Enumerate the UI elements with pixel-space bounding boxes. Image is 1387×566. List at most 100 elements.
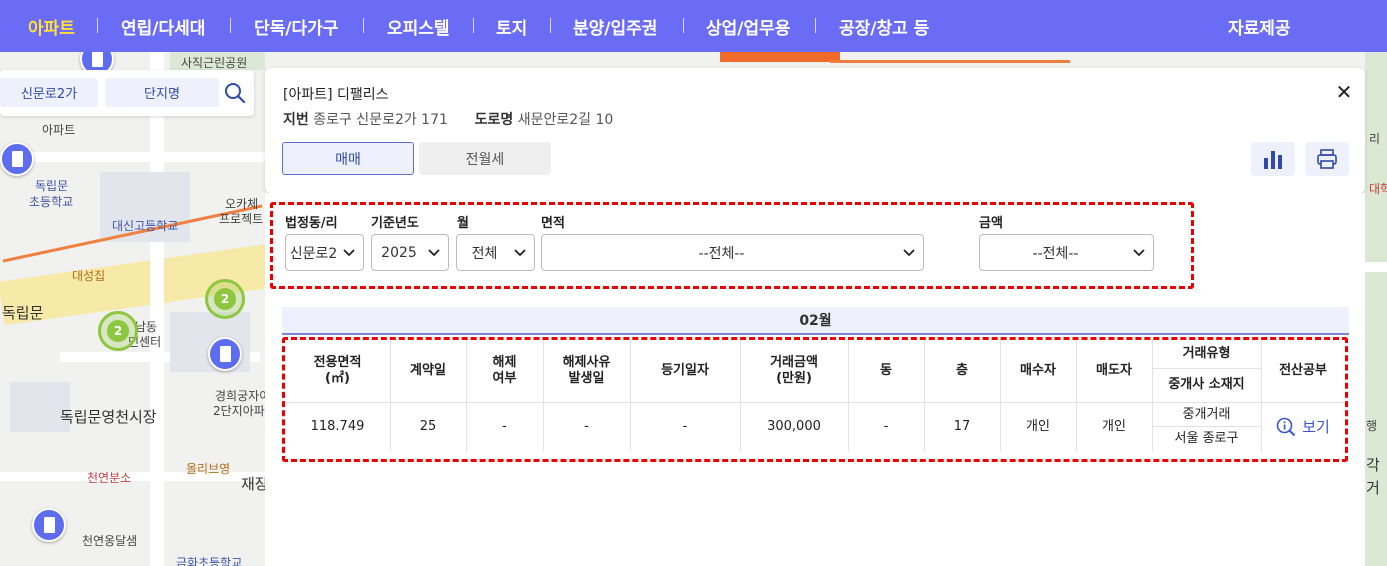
header-deal-type: 거래유형 xyxy=(1182,346,1231,361)
price-select[interactable]: --전체-- xyxy=(979,234,1154,271)
header-contract-day: 계약일 xyxy=(410,363,446,378)
map-label: 각 xyxy=(1366,456,1380,474)
cluster-marker[interactable]: 2 xyxy=(205,279,245,319)
map-label: 대성집 xyxy=(72,269,106,283)
map-label: 올리브영 xyxy=(186,462,231,476)
map-label: 금화초등학교 xyxy=(176,556,243,566)
nav-item-apartment[interactable]: 아파트 xyxy=(28,14,75,39)
filter-label-month: 월 xyxy=(457,216,469,231)
road-address: 새문안로2길 10 xyxy=(517,112,614,128)
cluster-marker[interactable]: 2 xyxy=(98,311,138,351)
jibun-address: 종로구 신문로2가 171 xyxy=(313,112,448,128)
print-button[interactable] xyxy=(1305,142,1349,176)
map-label: 프로젝트 xyxy=(219,212,264,226)
map-label: 행 xyxy=(1366,419,1378,433)
cell-cancel-date: - xyxy=(584,419,589,434)
header-price-line1: 거래금액 xyxy=(770,355,818,370)
search-region-chip[interactable]: 신문로2가 xyxy=(0,78,98,107)
filter-label-year: 기준년도 xyxy=(371,216,419,231)
filter-label-area: 면적 xyxy=(541,216,565,231)
map-label: 아파트 xyxy=(42,123,76,137)
nav-separator xyxy=(97,18,98,33)
header-registry: 전산공부 xyxy=(1279,363,1327,378)
apartment-marker-icon[interactable] xyxy=(208,337,242,371)
area-select-value: --전체-- xyxy=(698,245,745,262)
nav-item-factory[interactable]: 공장/창고 등 xyxy=(839,14,929,39)
map-label: 거 xyxy=(1366,479,1380,497)
header-cancel-date: 해제사유 발생일 xyxy=(543,342,630,400)
bar-chart-icon xyxy=(1264,151,1282,169)
nav-item-commercial[interactable]: 상업/업무용 xyxy=(706,14,790,39)
header-dong: 동 xyxy=(880,363,892,378)
map-label: 천연옹달샘 xyxy=(82,534,138,548)
month-header: 02월 xyxy=(282,307,1349,335)
chevron-down-icon xyxy=(341,248,357,257)
panel-title: [아파트] 디팰리스 xyxy=(283,87,389,103)
road-label: 도로명 xyxy=(474,112,514,128)
map-label: 리 xyxy=(1369,132,1381,146)
header-agent-location: 중개사 소재지 xyxy=(1168,377,1245,392)
cell-buyer: 개인 xyxy=(1026,419,1050,434)
cell-seller: 개인 xyxy=(1102,419,1126,434)
filter-label-dong: 법정동/리 xyxy=(285,216,338,231)
search-icon[interactable] xyxy=(224,82,246,104)
header-cancel: 해제 여부 xyxy=(466,342,543,400)
chevron-down-icon xyxy=(426,248,442,257)
month-select-value: 전체 xyxy=(471,245,498,262)
search-complex-chip[interactable]: 단지명 xyxy=(105,78,219,107)
cell-price: 300,000 xyxy=(767,419,821,434)
chart-button[interactable] xyxy=(1251,142,1295,176)
area-select[interactable]: --전체-- xyxy=(541,234,924,271)
magnifier-info-icon xyxy=(1276,417,1296,437)
chevron-down-icon xyxy=(1131,248,1147,257)
header-floor: 층 xyxy=(956,363,968,378)
apartment-marker-icon[interactable] xyxy=(32,508,66,542)
month-select[interactable]: 전체 xyxy=(456,234,535,271)
map-label: 독립문영천시장 xyxy=(60,408,157,426)
cell-reg-date: - xyxy=(682,419,688,434)
nav-item-land[interactable]: 토지 xyxy=(496,14,527,39)
map-label: 대신고등학교 xyxy=(112,219,179,233)
header-cancel-line1: 해제 xyxy=(492,355,517,370)
cell-cancel: - xyxy=(502,419,507,434)
nav-separator xyxy=(363,18,364,33)
apartment-marker-icon[interactable] xyxy=(0,142,34,176)
nav-item-officetel[interactable]: 오피스텔 xyxy=(387,14,450,39)
top-navigation: 아파트 연립/다세대 단독/다가구 오피스텔 토지 분양/입주권 상업/업무용 … xyxy=(0,0,1387,52)
cluster-count: 2 xyxy=(107,320,129,342)
nav-item-detached[interactable]: 단독/다가구 xyxy=(254,14,338,39)
nav-separator xyxy=(815,18,816,33)
header-price-line2: (만원) xyxy=(776,371,812,386)
header-reg-date: 등기일자 xyxy=(661,363,709,378)
header-buyer: 매수자 xyxy=(1020,363,1056,378)
cell-contract-day: 25 xyxy=(419,419,437,434)
nav-separator xyxy=(683,18,684,33)
dong-select[interactable]: 신문로2 xyxy=(285,234,364,271)
map-label: 대학 xyxy=(1369,182,1387,196)
year-select-value: 2025 xyxy=(381,244,417,261)
registry-view-link[interactable]: 보기 xyxy=(1261,404,1345,450)
map-label: 독립문 xyxy=(2,304,44,322)
nav-item-data-provision[interactable]: 자료제공 xyxy=(1228,14,1291,39)
print-icon xyxy=(1317,149,1337,169)
map-label: 천연분소 xyxy=(87,471,132,485)
cell-dong: - xyxy=(883,419,889,434)
chevron-down-icon xyxy=(901,248,917,257)
header-area-line2: (㎡) xyxy=(325,371,350,386)
nav-item-rowhouse[interactable]: 연립/다세대 xyxy=(121,14,205,39)
registry-view-label: 보기 xyxy=(1302,418,1330,436)
search-box: 신문로2가 단지명 xyxy=(0,70,254,116)
cluster-count: 2 xyxy=(214,288,236,310)
year-select[interactable]: 2025 xyxy=(371,234,449,271)
filter-label-price: 금액 xyxy=(979,216,1003,231)
map-label: 2단지아파 xyxy=(213,404,265,418)
tab-rent[interactable]: 전월세 xyxy=(419,142,551,175)
header-cancel-date-line2: 발생일 xyxy=(568,371,605,386)
nav-item-presale[interactable]: 분양/입주권 xyxy=(573,14,657,39)
close-icon[interactable]: ✕ xyxy=(1334,82,1354,102)
tab-sale[interactable]: 매매 xyxy=(282,142,414,175)
dong-select-value: 신문로2 xyxy=(289,245,338,262)
cell-area: 118.749 xyxy=(310,419,365,434)
cell-agent-location: 서울 종로구 xyxy=(1174,431,1239,446)
map-label: 초등학교 xyxy=(29,195,74,209)
